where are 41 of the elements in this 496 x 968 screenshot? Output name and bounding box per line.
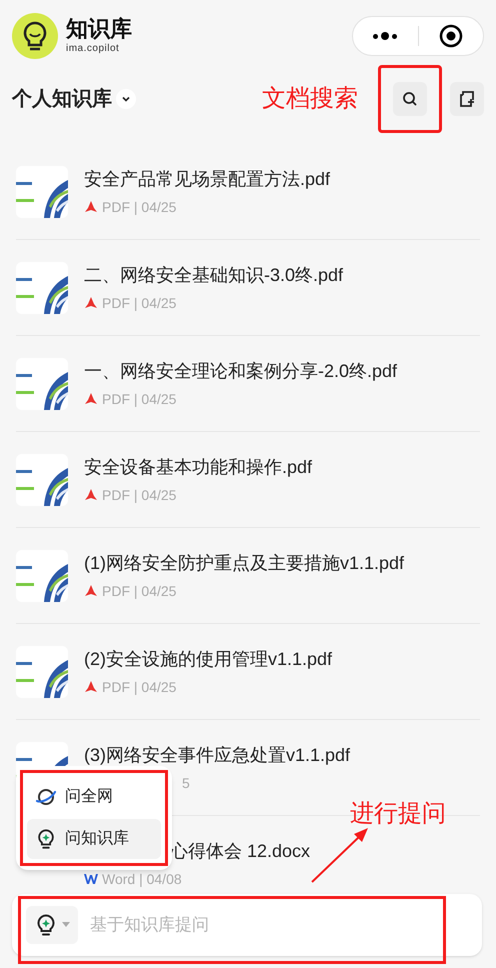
app-subtitle: ima.copilot	[66, 44, 120, 54]
question-field[interactable]: 基于知识库提问	[12, 894, 482, 956]
question-input[interactable]: 基于知识库提问	[90, 912, 390, 938]
annotation-label: 进行提问	[350, 799, 446, 829]
document-title: (2)安全设施的使用管理v1.1.pdf	[84, 648, 332, 671]
search-icon	[402, 91, 418, 107]
annotation-arrow	[310, 826, 370, 884]
pdf-icon	[84, 584, 98, 598]
caret-icon	[62, 922, 70, 928]
lightbulb-icon	[35, 828, 57, 850]
document-title: 安全设备基本功能和操作.pdf	[84, 456, 312, 479]
document-title: (3)网络安全事件应急处置v1.1.pdf	[84, 744, 350, 767]
document-meta: PDF | 04/25	[102, 486, 176, 505]
document-title: 二、网络安全基础知识-3.0终.pdf	[84, 264, 344, 287]
ask-menu-item[interactable]: 问知识库	[27, 819, 161, 859]
add-document-icon	[458, 90, 476, 108]
library-dropdown[interactable]: 个人知识库	[12, 84, 136, 114]
pdf-icon	[84, 488, 98, 502]
pdf-icon	[84, 200, 98, 214]
document-title: (1)网络安全防护重点及主要措施v1.1.pdf	[84, 552, 404, 575]
document-title: 一、网络安全理论和案例分享-2.0终.pdf	[84, 360, 398, 383]
pdf-icon	[84, 392, 98, 406]
planet-icon	[35, 786, 57, 808]
logo-icon	[12, 13, 58, 59]
document-meta: Word | 04/08	[102, 870, 182, 889]
word-icon	[84, 873, 98, 885]
annotation-label: 文档搜索	[262, 84, 358, 114]
pdf-icon	[84, 296, 98, 310]
document-meta: PDF | 04/25	[102, 582, 176, 601]
pdf-icon	[84, 680, 98, 694]
target-icon	[438, 24, 463, 48]
document-meta: PDF | 04/25	[102, 390, 176, 409]
document-title: 安全产品常见场景配置方法.pdf	[84, 168, 330, 191]
document-meta: PDF | 04/25	[102, 198, 176, 217]
add-document-button[interactable]	[450, 82, 484, 116]
mode-selector[interactable]	[26, 906, 78, 944]
document-meta: 5	[182, 774, 190, 792]
document-meta: PDF | 04/25	[102, 678, 176, 697]
app-name: 知识库	[66, 18, 132, 40]
search-button[interactable]	[393, 82, 427, 116]
document-meta: PDF | 04/25	[102, 294, 176, 313]
